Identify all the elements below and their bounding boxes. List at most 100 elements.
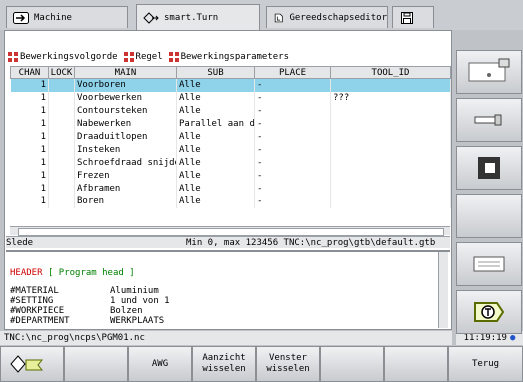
table-row[interactable]: 1 Afbramen Alle - bbox=[10, 182, 451, 196]
table-cell-tool bbox=[330, 169, 451, 183]
header-comment: [ Program head ] bbox=[47, 268, 135, 278]
subtab-label: Bewerkingsvolgorde bbox=[20, 52, 118, 62]
table-cell-main: Nabewerken bbox=[74, 117, 177, 131]
table-cell-place: - bbox=[254, 130, 331, 144]
status-right: Min 0, max 123456 TNC:\nc_prog\gtb\defau… bbox=[186, 237, 436, 248]
editor-line: #SETTING 1 und von 1 bbox=[10, 296, 170, 306]
table-cell-place: - bbox=[254, 182, 331, 196]
table-cell-main: Afbramen bbox=[74, 182, 177, 196]
softkey-7[interactable] bbox=[384, 346, 448, 382]
table-row[interactable]: 1 Voorbewerken Alle -??? bbox=[10, 91, 451, 105]
transfer-t-icon bbox=[474, 302, 505, 322]
softkey-label: Venster wisselen bbox=[266, 353, 310, 374]
table-row[interactable]: 1 Nabewerken Parallel aan d… - bbox=[10, 117, 451, 131]
table-cell-main: Insteken bbox=[74, 143, 177, 157]
save-disk-icon bbox=[401, 11, 413, 24]
tab-smart-turn[interactable]: smart.Turn bbox=[136, 4, 260, 30]
softkey-back[interactable]: Terug bbox=[448, 346, 523, 382]
header-keyword: HEADER bbox=[10, 268, 43, 278]
table-cell-sub: Alle bbox=[176, 78, 255, 92]
table-row[interactable]: 1 Boren Alle - bbox=[10, 195, 451, 208]
table-cell-lock bbox=[48, 117, 75, 131]
table-cell-chan: 1 bbox=[10, 156, 49, 170]
softkey-smart-turn[interactable] bbox=[0, 346, 64, 382]
subtab-rule[interactable]: Regel bbox=[123, 50, 163, 64]
vertical-scrollbar[interactable] bbox=[438, 252, 448, 328]
side-softkey-column bbox=[456, 50, 523, 334]
side-softkey-program[interactable] bbox=[456, 242, 522, 286]
side-softkey-holder[interactable] bbox=[456, 146, 522, 190]
table-cell-lock bbox=[48, 169, 75, 183]
column-header-lock[interactable]: LOCK bbox=[48, 66, 75, 79]
tab-label: smart.Turn bbox=[164, 12, 219, 23]
side-softkey-tool[interactable] bbox=[456, 98, 522, 142]
table-cell-place: - bbox=[254, 117, 331, 131]
header-line: HEADER [ Program head ] bbox=[10, 268, 135, 278]
program-path: TNC:\nc_prog\ncps\PGM01.nc bbox=[0, 331, 452, 345]
tab-tool-editor[interactable]: Gereedschapseditor bbox=[266, 6, 388, 28]
table-cell-tool bbox=[330, 182, 451, 196]
column-header-chan[interactable]: CHAN bbox=[10, 66, 49, 79]
column-header-place[interactable]: PLACE bbox=[254, 66, 331, 79]
table-cell-lock bbox=[48, 195, 75, 208]
editor-line-key: #DEPARTMENT bbox=[10, 316, 70, 326]
table-cell-main: Contoursteken bbox=[74, 104, 177, 118]
table-cell-sub: Alle bbox=[176, 182, 255, 196]
softkey-6[interactable] bbox=[320, 346, 384, 382]
column-header-sub[interactable]: SUB bbox=[176, 66, 255, 79]
table-cell-place: - bbox=[254, 156, 331, 170]
subtab-label: Bewerkingsparameters bbox=[180, 52, 290, 62]
table-row[interactable]: 1 Contoursteken Alle - bbox=[10, 104, 451, 118]
subtab-bar: Bewerkingsvolgorde Regel Bewerkingsparam… bbox=[8, 50, 289, 64]
subtab-sequence[interactable]: Bewerkingsvolgorde bbox=[8, 50, 118, 64]
table-row[interactable]: 1 Draaduitlopen Alle - bbox=[10, 130, 451, 144]
status-line: Slede Min 0, max 123456 TNC:\nc_prog\gtb… bbox=[6, 236, 450, 248]
table-row[interactable]: 1 Voorboren Alle - bbox=[10, 78, 451, 92]
table-cell-place: - bbox=[254, 78, 331, 92]
horizontal-scrollbar[interactable] bbox=[10, 226, 450, 236]
table-cell-chan: 1 bbox=[10, 143, 49, 157]
info-icon: ● bbox=[509, 333, 516, 343]
table-row[interactable]: 1 Frezen Alle - bbox=[10, 169, 451, 183]
table-row[interactable]: 1 Insteken Alle - bbox=[10, 143, 451, 157]
table-cell-tool bbox=[330, 156, 451, 170]
grid-icon bbox=[123, 52, 134, 62]
tab-machine[interactable]: Machine bbox=[6, 6, 128, 28]
bottom-softkey-bar: AWG Aanzicht wisselen Venster wisselen T… bbox=[0, 346, 523, 382]
table-cell-place: - bbox=[254, 143, 331, 157]
table-cell-sub: Parallel aan d… bbox=[176, 117, 255, 131]
table-cell-lock bbox=[48, 130, 75, 144]
table-cell-sub: Alle bbox=[176, 169, 255, 183]
editor-line-key: #MATERIAL bbox=[10, 286, 59, 296]
table-cell-sub: Alle bbox=[176, 104, 255, 118]
grid-icon bbox=[8, 52, 18, 62]
tab-save[interactable] bbox=[392, 6, 434, 28]
softkey-awg[interactable]: AWG bbox=[128, 346, 192, 382]
scrollbar-thumb[interactable] bbox=[18, 228, 444, 236]
softkey-2[interactable] bbox=[64, 346, 128, 382]
softkey-change-view[interactable]: Aanzicht wisselen bbox=[192, 346, 256, 382]
operations-table: CHAN LOCK MAIN SUB PLACE TOOL_ID 1 Voorbo… bbox=[10, 66, 451, 208]
table-cell-chan: 1 bbox=[10, 182, 49, 196]
editor-line: #DEPARTMENT WERKPLAATS bbox=[10, 316, 170, 326]
subtab-parameters[interactable]: Bewerkingsparameters bbox=[168, 50, 290, 64]
table-cell-tool bbox=[330, 78, 451, 92]
editor-line-key: #WORKPIECE bbox=[10, 306, 65, 316]
holder-icon bbox=[478, 157, 500, 179]
softkey-change-window[interactable]: Venster wisselen bbox=[256, 346, 320, 382]
diamond-arrow-icon bbox=[143, 11, 159, 24]
column-header-tool-id[interactable]: TOOL_ID bbox=[330, 66, 451, 79]
program-editor[interactable]: HEADER [ Program head ] #MATERIAL Alumini… bbox=[6, 250, 450, 328]
editor-line-value: WERKPLAATS bbox=[110, 316, 165, 326]
side-softkey-empty[interactable] bbox=[456, 194, 522, 238]
table-row[interactable]: 1 Schroefdraad snijden Alle - bbox=[10, 156, 451, 170]
table-cell-place: - bbox=[254, 104, 331, 118]
side-softkey-machine-view[interactable] bbox=[456, 50, 522, 94]
table-cell-lock bbox=[48, 91, 75, 105]
table-cell-chan: 1 bbox=[10, 104, 49, 118]
table-cell-sub: Alle bbox=[176, 156, 255, 170]
column-header-main[interactable]: MAIN bbox=[74, 66, 177, 79]
softkey-label: Aanzicht wisselen bbox=[202, 353, 246, 374]
table-cell-chan: 1 bbox=[10, 78, 49, 92]
side-softkey-transfer[interactable] bbox=[456, 290, 522, 334]
